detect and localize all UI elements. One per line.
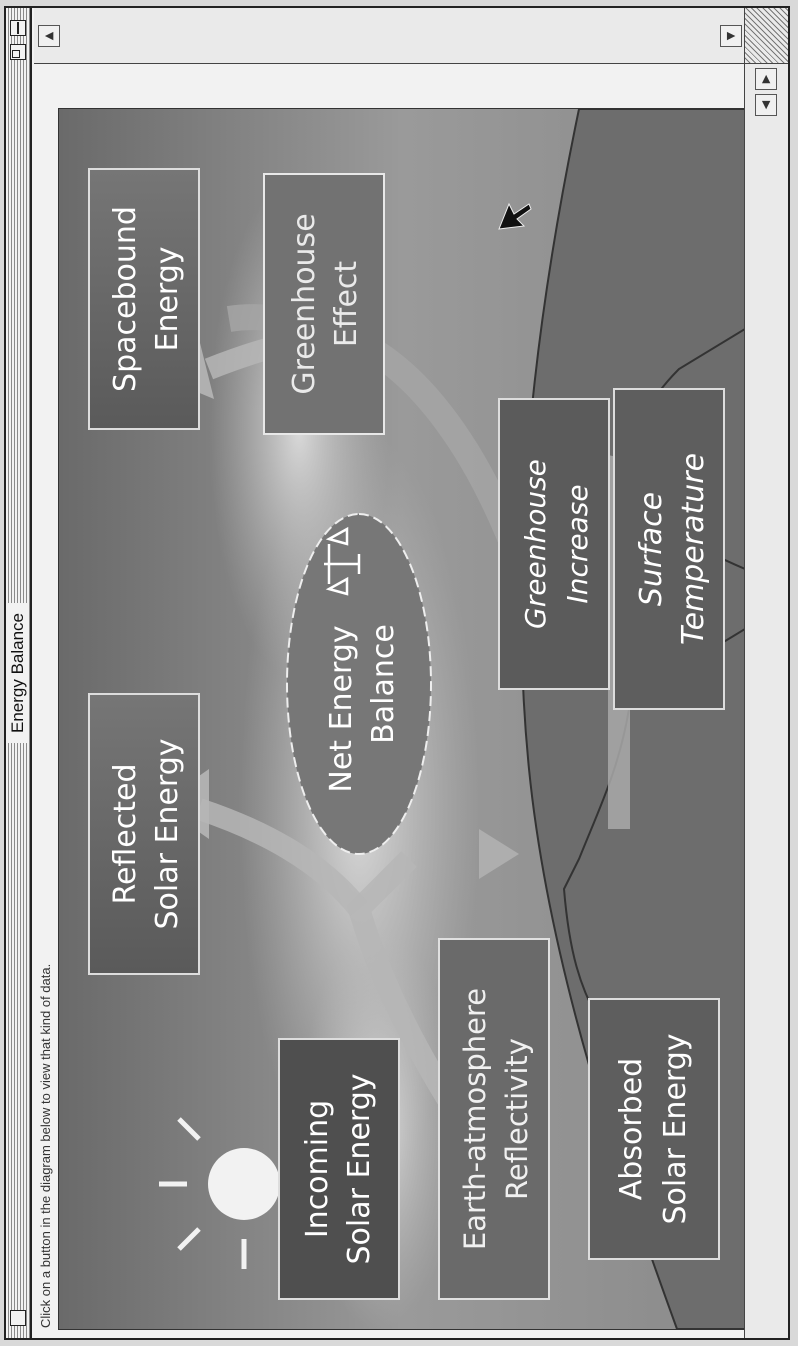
reflected-label-line2: Solar Energy: [150, 738, 185, 929]
scroll-up-arrow-icon[interactable]: ▲: [38, 25, 60, 47]
close-box-icon[interactable]: [10, 1310, 26, 1326]
greenhouse-effect-label-line1: Greenhouse: [287, 213, 322, 394]
spacebound-label-line2: Energy: [150, 246, 185, 351]
vertical-scrollbar[interactable]: ▲ ▼: [34, 8, 746, 64]
greenhouse-increase-label-line2: Increase: [561, 484, 594, 603]
resize-grip-icon[interactable]: [744, 8, 788, 64]
reflectivity-label-line2: Reflectivity: [500, 1038, 534, 1200]
scroll-right-arrow-icon[interactable]: ▶: [755, 68, 777, 90]
greenhouse-increase-label-line1: Greenhouse: [519, 459, 552, 629]
zoom-box-icon[interactable]: [10, 44, 26, 60]
net-balance-label-line2: Balance: [366, 624, 401, 744]
spacebound-energy-button[interactable]: Spacebound Energy: [88, 168, 200, 430]
absorbed-label-line2: Solar Energy: [658, 1033, 693, 1224]
greenhouse-effect-label-line2: Effect: [329, 261, 364, 348]
collapse-box-icon[interactable]: [10, 20, 26, 36]
surface-temperature-button[interactable]: Surface Temperature: [613, 388, 725, 710]
instruction-text: Click on a button in the diagram below t…: [38, 963, 53, 1328]
net-energy-balance-button[interactable]: Net Energy Balance: [286, 513, 432, 855]
scroll-down-arrow-icon[interactable]: ▼: [720, 25, 742, 47]
window-title: Energy Balance: [8, 602, 28, 744]
energy-balance-window: Energy Balance Click on a button in the …: [4, 6, 790, 1340]
net-balance-label-line1: Net Energy: [324, 625, 359, 792]
absorbed-solar-energy-button[interactable]: Absorbed Solar Energy: [588, 998, 720, 1260]
incoming-solar-energy-button[interactable]: Incoming Solar Energy: [278, 1038, 400, 1300]
surface-temperature-label-line1: Surface: [634, 492, 669, 606]
horizontal-scrollbar[interactable]: ◀ ▶: [744, 64, 788, 1338]
greenhouse-increase-button[interactable]: Greenhouse Increase: [498, 398, 610, 690]
reflected-label-line1: Reflected: [108, 763, 143, 904]
incoming-label-line1: Incoming: [300, 1100, 335, 1238]
reflected-solar-energy-button[interactable]: Reflected Solar Energy: [88, 693, 200, 975]
reflectivity-label-line1: Earth-atmosphere: [458, 988, 492, 1250]
spacebound-label-line1: Spacebound: [108, 206, 143, 392]
absorbed-label-line1: Absorbed: [614, 1058, 649, 1200]
scroll-left-arrow-icon[interactable]: ◀: [755, 94, 777, 116]
incoming-label-line2: Solar Energy: [342, 1073, 377, 1264]
title-bar[interactable]: Energy Balance: [6, 8, 32, 1338]
earth-atmosphere-reflectivity-button[interactable]: Earth-atmosphere Reflectivity: [438, 938, 550, 1300]
greenhouse-effect-button[interactable]: Greenhouse Effect: [263, 173, 385, 435]
energy-balance-diagram: Incoming Solar Energy Reflected Solar En…: [58, 108, 746, 1330]
surface-temperature-label-line2: Temperature: [676, 453, 711, 645]
